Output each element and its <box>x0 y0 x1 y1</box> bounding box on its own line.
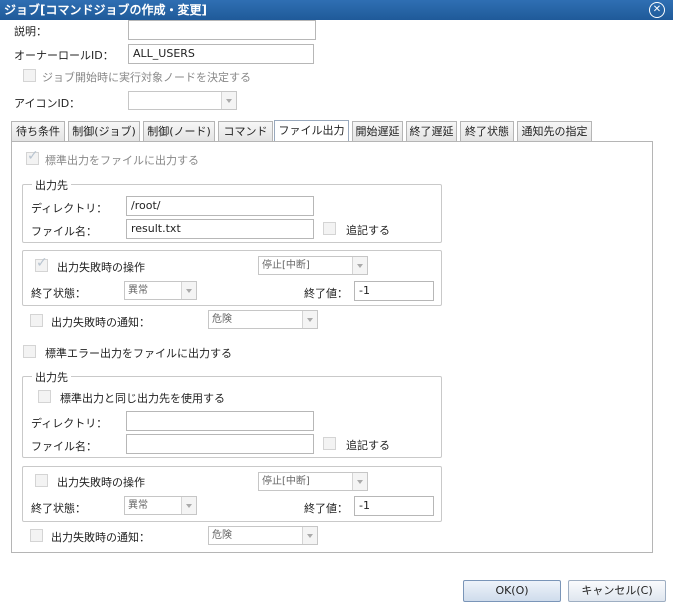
chevron-down-icon <box>181 497 196 514</box>
stdout-end-status-select[interactable]: 異常 <box>124 281 197 300</box>
description-input[interactable] <box>128 20 316 40</box>
stderr-destination-legend: 出力先 <box>32 369 71 385</box>
stderr-fail-notify-label: 出力失敗時の通知： <box>51 531 150 544</box>
stderr-filename-label: ファイル名： <box>31 440 97 453</box>
stderr-same-dest-label: 標準出力と同じ出力先を使用する <box>60 392 225 405</box>
tab-end-status[interactable]: 終了状態 <box>460 121 514 142</box>
cancel-button[interactable]: キャンセル(C) <box>568 580 666 602</box>
tab-notification[interactable]: 通知先の指定 <box>517 121 592 142</box>
decide-node-label: ジョブ開始時に実行対象ノードを決定する <box>42 71 251 84</box>
stderr-end-status-value: 異常 <box>128 500 148 511</box>
stderr-fail-op-label: 出力失敗時の操作 <box>57 476 145 489</box>
tab-end-delay[interactable]: 終了遅延 <box>406 121 457 142</box>
tab-command[interactable]: コマンド <box>218 121 273 142</box>
icon-id-label: アイコンID： <box>14 97 81 110</box>
stdout-filename-label: ファイル名： <box>31 225 97 238</box>
stderr-end-status-select[interactable]: 異常 <box>124 496 197 515</box>
stdout-append-checkbox[interactable] <box>323 222 336 235</box>
stdout-directory-label: ディレクトリ： <box>31 202 108 215</box>
stdout-end-value-label: 終了値： <box>304 287 348 300</box>
window-title-bar: ジョブ[コマンドジョブの作成・変更] ✕ <box>0 0 673 20</box>
stdout-fail-op-label: 出力失敗時の操作 <box>57 261 145 274</box>
stdout-end-status-value: 異常 <box>128 285 148 296</box>
stdout-fail-op-value: 停止[中断] <box>262 260 310 271</box>
stdout-destination-legend: 出力先 <box>32 177 71 193</box>
window-title: ジョブ[コマンドジョブの作成・変更] <box>4 3 207 17</box>
stderr-append-checkbox[interactable] <box>323 437 336 450</box>
stdout-enable-label: 標準出力をファイルに出力する <box>45 154 199 167</box>
stderr-fail-op-checkbox[interactable] <box>35 474 48 487</box>
stderr-fail-op-value: 停止[中断] <box>262 476 310 487</box>
chevron-down-icon <box>302 311 317 328</box>
stdout-fail-notify-select[interactable]: 危険 <box>208 310 318 329</box>
owner-role-label: オーナーロールID： <box>14 49 114 62</box>
stderr-end-value-input[interactable]: -1 <box>354 496 434 516</box>
stderr-fail-op-select[interactable]: 停止[中断] <box>258 472 368 491</box>
chevron-down-icon <box>302 527 317 544</box>
stderr-same-dest-checkbox[interactable] <box>38 390 51 403</box>
close-icon[interactable]: ✕ <box>649 2 665 18</box>
stdout-fail-notify-checkbox[interactable] <box>30 314 43 327</box>
stderr-enable-checkbox[interactable] <box>23 345 36 358</box>
tab-control-node[interactable]: 制御(ノード) <box>143 121 215 142</box>
stdout-filename-input[interactable]: result.txt <box>126 219 314 239</box>
stdout-end-value-input[interactable]: -1 <box>354 281 434 301</box>
ok-button[interactable]: OK(O) <box>463 580 561 602</box>
stderr-fail-notify-checkbox[interactable] <box>30 529 43 542</box>
stdout-fail-op-checkbox[interactable] <box>35 255 48 272</box>
stdout-fail-notify-label: 出力失敗時の通知： <box>51 316 150 329</box>
chevron-down-icon <box>221 92 236 109</box>
stdout-fail-op-select[interactable]: 停止[中断] <box>258 256 368 275</box>
stderr-filename-input[interactable] <box>126 434 314 454</box>
stderr-directory-input[interactable] <box>126 411 314 431</box>
stderr-end-value-label: 終了値： <box>304 502 348 515</box>
chevron-down-icon <box>352 473 367 490</box>
stdout-end-status-label: 終了状態： <box>31 287 86 300</box>
chevron-down-icon <box>181 282 196 299</box>
stdout-fail-notify-value: 危険 <box>212 314 232 325</box>
stderr-append-label: 追記する <box>346 439 390 452</box>
stdout-directory-input[interactable]: /root/ <box>126 196 314 216</box>
stderr-fail-notify-value: 危険 <box>212 530 232 541</box>
tab-control-job[interactable]: 制御(ジョブ) <box>68 121 140 142</box>
description-label: 説明： <box>14 25 47 38</box>
icon-id-select[interactable] <box>128 91 237 110</box>
tab-start-delay[interactable]: 開始遅延 <box>352 121 403 142</box>
decide-node-checkbox[interactable] <box>23 69 36 82</box>
stdout-append-label: 追記する <box>346 224 390 237</box>
tab-file-output[interactable]: ファイル出力 <box>274 120 349 143</box>
stdout-enable-checkbox[interactable] <box>26 148 39 165</box>
chevron-down-icon <box>352 257 367 274</box>
stderr-end-status-label: 終了状態： <box>31 502 86 515</box>
stderr-fail-notify-select[interactable]: 危険 <box>208 526 318 545</box>
stderr-enable-label: 標準エラー出力をファイルに出力する <box>45 347 232 360</box>
owner-role-input[interactable]: ALL_USERS <box>128 44 314 64</box>
tab-wait-condition[interactable]: 待ち条件 <box>11 121 65 142</box>
stderr-directory-label: ディレクトリ： <box>31 417 108 430</box>
